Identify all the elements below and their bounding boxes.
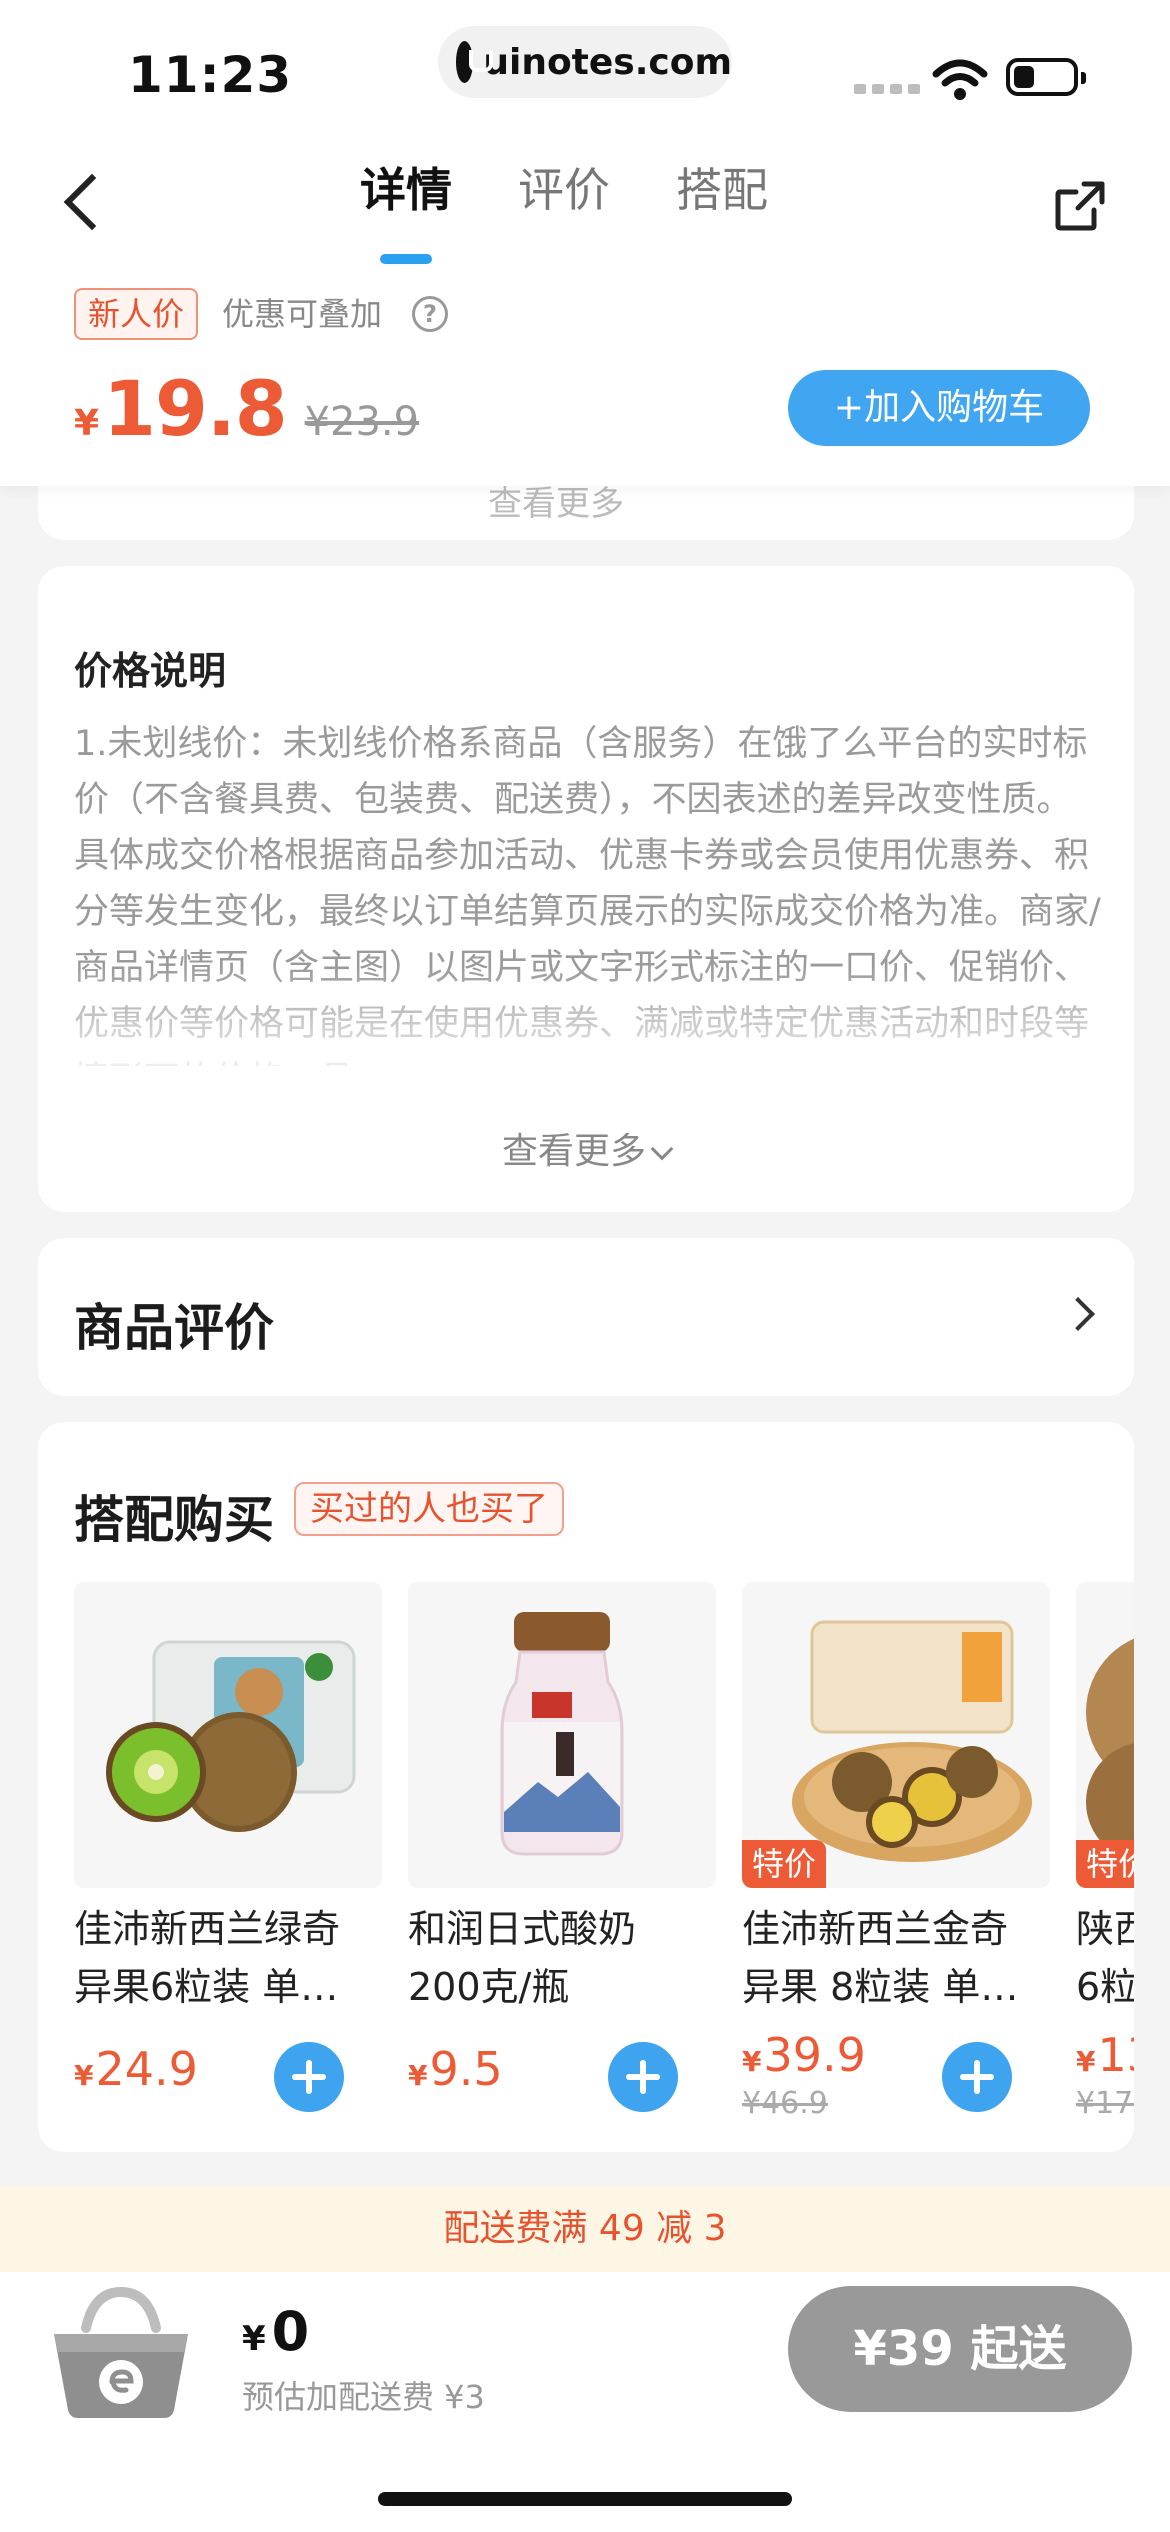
tab-reviews[interactable]: 评价	[518, 154, 610, 234]
tab-label: 搭配	[676, 163, 768, 217]
currency-symbol: ¥	[242, 2319, 266, 2359]
wifi-icon	[932, 59, 988, 100]
original-price: ¥23.9	[304, 399, 420, 445]
price-description-title: 价格说明	[74, 649, 227, 693]
site-icon	[456, 41, 494, 83]
shopping-basket-icon[interactable]	[46, 2278, 196, 2428]
help-icon[interactable]: ?	[412, 296, 448, 332]
tab-bar: 详情 评价 搭配	[360, 154, 768, 264]
current-price: ¥ 19.8 ¥23.9	[74, 364, 419, 453]
currency-symbol: ¥	[408, 2059, 428, 2092]
product-price: ¥ 13	[1076, 2028, 1134, 2082]
product-name: 陕西 6粒	[1076, 1907, 1134, 2009]
price-value: 39.9	[763, 2028, 866, 2082]
product-card[interactable]: 佳沛新西兰绿奇 异果6粒装 单… ¥ 24.9	[74, 1582, 382, 2142]
product-image-yogurt[interactable]	[408, 1582, 716, 1888]
see-more-button[interactable]: 查看更多	[38, 1122, 1134, 1174]
currency-symbol: ¥	[1076, 2045, 1096, 2078]
battery-icon	[1006, 58, 1086, 96]
delivery-promo-bar: 配送费满 49 减 3	[0, 2186, 1170, 2272]
product-name: 佳沛新西兰绿奇 异果6粒装 单…	[74, 1907, 341, 2009]
cart-bar: ¥ 0 预估加配送费 ¥3 ¥39 起送	[0, 2272, 1170, 2532]
chevron-left-icon[interactable]	[63, 173, 121, 231]
minimum-order-button[interactable]: ¥39 起送	[788, 2286, 1132, 2412]
add-item-button[interactable]	[608, 2042, 678, 2112]
nav-header: 详情 评价 搭配	[0, 130, 1170, 280]
add-to-cart-button[interactable]: +加入购物车	[788, 370, 1090, 446]
product-price: ¥ 39.9	[742, 2028, 866, 2082]
price-value: 24.9	[95, 2042, 198, 2096]
price-value: 9.5	[429, 2042, 503, 2096]
product-card[interactable]: 特价 陕西 6粒 ¥ 13 ¥17.	[1076, 1582, 1134, 2142]
tab-label: 详情	[360, 163, 452, 217]
cellular-signal-icon	[854, 84, 920, 94]
product-image-kiwi[interactable]: 特价	[1076, 1582, 1134, 1888]
original-price: ¥46.9	[742, 2086, 828, 2121]
currency-symbol: ¥	[74, 2059, 94, 2092]
see-more-label: 查看更多	[501, 1131, 646, 1172]
product-reviews-card[interactable]: 商品评价	[38, 1238, 1134, 1396]
price-value: 19.8	[103, 364, 288, 453]
product-reviews-title: 商品评价	[74, 1299, 274, 1357]
product-image-kiwi-gold[interactable]: 特价	[742, 1582, 1050, 1888]
stackable-discount-text: 优惠可叠加	[222, 295, 383, 333]
estimated-delivery-fee: 预估加配送费 ¥3	[242, 2378, 485, 2416]
special-price-tag: 特价	[742, 1840, 827, 1888]
add-item-button[interactable]	[274, 2042, 344, 2112]
product-image-kiwi-green[interactable]	[74, 1582, 382, 1888]
chevron-right-icon	[1061, 1297, 1095, 1331]
status-time: 11:23	[128, 46, 293, 104]
new-user-price-tag: 新人价	[74, 288, 199, 340]
add-item-button[interactable]	[942, 2042, 1012, 2112]
price-header: 新人价 优惠可叠加 ? ¥ 19.8 ¥23.9 +加入购物车	[0, 280, 1170, 486]
cart-total-value: 0	[271, 2300, 310, 2363]
currency-symbol: ¥	[742, 2045, 762, 2078]
product-name: 和润日式酸奶 200克/瓶	[408, 1907, 637, 2009]
share-icon[interactable]	[1054, 180, 1106, 232]
also-bought-badge: 买过的人也买了	[294, 1482, 564, 1536]
active-tab-indicator	[380, 254, 432, 264]
original-price: ¥17.	[1076, 2086, 1134, 2121]
url-pill[interactable]: uinotes.com	[438, 26, 732, 98]
cart-total: ¥ 0	[242, 2300, 309, 2363]
tab-combo[interactable]: 搭配	[676, 154, 768, 234]
price-description-card: 价格说明 1.未划线价：未划线价格系商品（含服务）在饿了么平台的实时标价（不含餐…	[38, 566, 1134, 1212]
chevron-down-icon	[650, 1137, 674, 1161]
url-text: uinotes.com	[483, 41, 732, 83]
text-fade-overlay	[38, 966, 1134, 1086]
tab-label: 评价	[518, 163, 610, 217]
combo-purchase-title: 搭配购买	[74, 1491, 274, 1549]
special-price-tag: 特价	[1076, 1840, 1134, 1888]
product-price: ¥ 24.9	[74, 2042, 198, 2096]
combo-purchase-card: 搭配购买 买过的人也买了 佳沛新西兰绿奇 异果6粒装 单… ¥ 24.9 和润日…	[38, 1422, 1134, 2152]
price-value: 13	[1097, 2028, 1134, 2082]
currency-symbol: ¥	[74, 403, 100, 444]
product-card[interactable]: 特价 佳沛新西兰金奇 异果 8粒装 单… ¥ 39.9 ¥46.9	[742, 1582, 1050, 2142]
product-name: 佳沛新西兰金奇 异果 8粒装 单…	[742, 1907, 1019, 2009]
tab-details[interactable]: 详情	[360, 154, 452, 264]
product-card[interactable]: 和润日式酸奶 200克/瓶 ¥ 9.5	[408, 1582, 716, 2142]
status-bar: 11:23 uinotes.com	[0, 0, 1170, 130]
product-price: ¥ 9.5	[408, 2042, 503, 2096]
home-indicator[interactable]	[378, 2492, 792, 2506]
